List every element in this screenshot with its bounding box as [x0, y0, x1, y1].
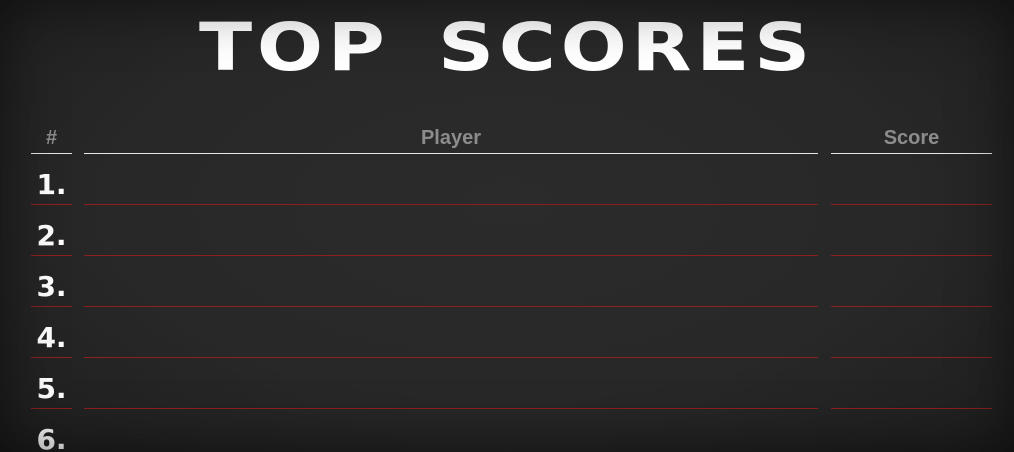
score-cell [831, 205, 992, 256]
score-row-3: 3. [0, 256, 1014, 307]
rank-column-header: # [31, 124, 72, 154]
player-cell [84, 409, 818, 452]
score-row-6: 6. [0, 409, 1014, 452]
score-cell [831, 154, 992, 205]
player-cell [84, 256, 818, 307]
score-row-5: 5. [0, 358, 1014, 409]
score-column-header: Score [831, 124, 992, 154]
player-cell [84, 307, 818, 358]
score-row-1: 1. [0, 154, 1014, 205]
player-cell [84, 154, 818, 205]
rank-cell: 6. [31, 409, 72, 452]
player-cell [84, 205, 818, 256]
score-cell [831, 307, 992, 358]
rank-cell: 3. [31, 256, 72, 307]
rank-cell: 5. [31, 358, 72, 409]
score-row-2: 2. [0, 205, 1014, 256]
score-cell [831, 256, 992, 307]
rank-cell: 1. [31, 154, 72, 205]
score-cell [831, 358, 992, 409]
score-row-4: 4. [0, 307, 1014, 358]
rank-cell: 4. [31, 307, 72, 358]
scoreboard-screen: TOP SCORES # Player Score 1. 2. 3. 4. 5.… [0, 0, 1014, 452]
scoreboard-title: TOP SCORES [199, 9, 815, 86]
score-cell [831, 409, 992, 452]
rank-cell: 2. [31, 205, 72, 256]
player-cell [84, 358, 818, 409]
player-column-header: Player [84, 124, 818, 154]
